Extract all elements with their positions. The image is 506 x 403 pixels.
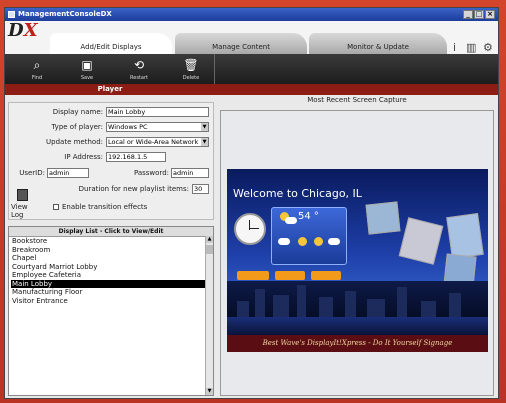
chevron-down-icon: ▼: [201, 138, 208, 146]
header: DX Add/Edit Displays Manage Content Moni…: [5, 21, 498, 54]
tab-monitor-update[interactable]: Monitor & Update: [309, 33, 447, 54]
section-bar: [215, 84, 498, 95]
transition-checkbox[interactable]: [53, 204, 59, 210]
cloud-icon: [278, 238, 290, 245]
photo-thumbnail: [365, 201, 401, 235]
welcome-text: Welcome to Chicago, IL: [233, 187, 362, 200]
list-item[interactable]: Chapel: [11, 254, 207, 263]
weather-widget: 54 °: [271, 207, 347, 265]
display-list-items: Bookstore Breakroom Chapel Courtyard Mar…: [11, 237, 207, 305]
password-input[interactable]: admin: [171, 168, 209, 178]
update-method-select[interactable]: Local or Wide-Area Network ▼: [106, 137, 209, 147]
section-title: Player: [5, 84, 215, 95]
close-button[interactable]: ×: [485, 10, 495, 19]
user-id-input[interactable]: admin: [47, 168, 89, 178]
capture-caption: Most Recent Screen Capture: [307, 96, 407, 104]
save-button[interactable]: ▣ Save: [69, 54, 105, 84]
list-item[interactable]: Employee Cafeteria: [11, 271, 207, 280]
view-log-label[interactable]: View Log: [11, 203, 41, 219]
sun-icon: [298, 237, 307, 246]
display-name-input[interactable]: Main Lobby: [106, 107, 209, 117]
lake-reflection: [227, 317, 488, 335]
password-label: Password:: [133, 169, 169, 177]
title-bar: ManagementConsoleDX _ □ ×: [5, 8, 498, 21]
restart-button[interactable]: ⟲ Restart: [121, 54, 157, 84]
delete-button[interactable]: 🗑 Delete: [173, 54, 209, 84]
duration-label: Duration for new playlist items:: [78, 185, 189, 193]
save-icon: ▣: [81, 58, 93, 72]
clock-icon: [234, 213, 266, 245]
cloud-icon: [285, 217, 297, 224]
transition-label: Enable transition effects: [62, 203, 148, 211]
scroll-up-icon[interactable]: ▲: [206, 236, 213, 243]
app-window: ManagementConsoleDX _ □ × DX Add/Edit Di…: [4, 7, 499, 399]
minimize-button[interactable]: _: [463, 10, 473, 19]
scroll-thumb[interactable]: [206, 245, 213, 254]
dx-logo: DX: [8, 20, 38, 41]
tab-manage-content[interactable]: Manage Content: [175, 33, 307, 54]
temperature: 54 °: [298, 211, 319, 222]
ip-address-input[interactable]: 192.168.1.5: [106, 152, 166, 162]
photo-thumbnail: [446, 212, 484, 260]
settings-icon[interactable]: ⚙: [483, 41, 493, 54]
promo-button: [275, 271, 305, 280]
cloud-icon: [328, 238, 340, 245]
list-item-selected[interactable]: Main Lobby: [11, 279, 207, 288]
screen-capture-image: Welcome to Chicago, IL 54 ° Best Wave's …: [227, 169, 488, 352]
promo-button: [311, 271, 341, 280]
scroll-down-icon[interactable]: ▼: [206, 388, 213, 395]
find-button[interactable]: ⌕ Find: [19, 54, 55, 84]
toolbar-divider: [214, 54, 215, 84]
search-icon: ⌕: [33, 58, 41, 72]
player-type-select[interactable]: Windows PC ▼: [106, 122, 209, 132]
library-icon[interactable]: ▥: [466, 41, 476, 54]
display-list: Display List - Click to View/Edit Bookst…: [8, 226, 214, 396]
trash-icon: 🗑: [183, 58, 199, 72]
signage-banner: Best Wave's DisplayIt!Xpress - Do It You…: [227, 335, 488, 352]
list-item[interactable]: Bookstore: [11, 237, 207, 246]
info-icon[interactable]: i: [453, 41, 456, 54]
toolbar: ⌕ Find ▣ Save ⟲ Restart 🗑 Delete: [5, 54, 498, 84]
display-list-header: Display List - Click to View/Edit: [9, 227, 213, 237]
update-method-label: Update method:: [46, 138, 103, 146]
list-scrollbar[interactable]: ▲ ▼: [205, 236, 213, 395]
restart-icon: ⟲: [133, 58, 145, 72]
duration-input[interactable]: 30: [192, 184, 209, 194]
log-icon[interactable]: [17, 189, 28, 201]
player-type-label: Type of player:: [51, 123, 103, 131]
maximize-button[interactable]: □: [474, 10, 484, 19]
display-name-label: Display name:: [52, 108, 103, 116]
ip-address-label: IP Address:: [64, 153, 103, 161]
player-form: Display name: Main Lobby Type of player:…: [8, 102, 214, 220]
list-item[interactable]: Visitor Entrance: [11, 297, 207, 306]
tab-add-edit-displays[interactable]: Add/Edit Displays: [50, 33, 172, 54]
sun-icon: [314, 237, 323, 246]
chevron-down-icon: ▼: [201, 123, 208, 131]
app-icon: [8, 11, 15, 18]
promo-button: [237, 271, 269, 280]
list-item[interactable]: Breakroom: [11, 246, 207, 255]
screen-capture-panel: Welcome to Chicago, IL 54 ° Best Wave's …: [220, 110, 494, 396]
list-item[interactable]: Manufacturing Floor: [11, 288, 207, 297]
user-id-label: UserID:: [19, 169, 45, 177]
list-item[interactable]: Courtyard Marriot Lobby: [11, 263, 207, 272]
